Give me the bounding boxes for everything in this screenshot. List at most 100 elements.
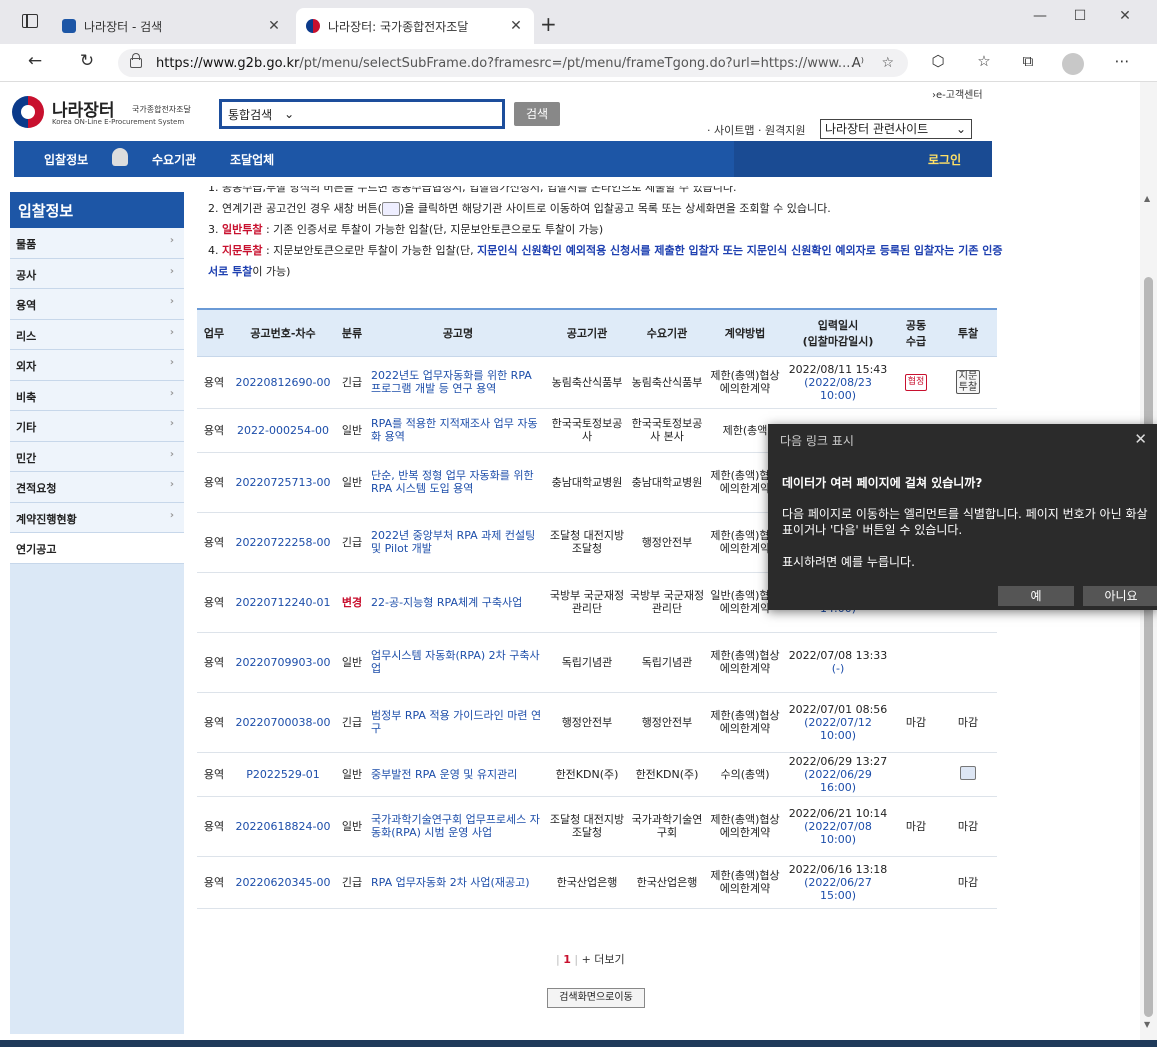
maximize-icon[interactable]: ☐ [1060, 8, 1100, 24]
new-tab-icon[interactable]: + [540, 12, 557, 36]
cell-org: 독립기념관 [547, 632, 627, 693]
read-aloud-icon[interactable]: A⁾ [852, 56, 864, 71]
tab-actions-icon[interactable] [22, 14, 38, 28]
cell-bid [939, 632, 997, 693]
cell-notice-no[interactable]: 20220618824-00 [231, 796, 335, 857]
chevron-right-icon: › [169, 509, 174, 521]
taskbar [0, 1040, 1157, 1047]
sidebar-item-service[interactable]: 용역 › [10, 289, 184, 320]
profile-avatar[interactable] [1062, 53, 1084, 75]
table-row[interactable]: 용역 20220709903-00 일반 업무시스템 자동화(RPA) 2차 구축사업… [197, 632, 997, 693]
add-favorite-icon[interactable]: ☆ [881, 55, 894, 71]
yes-button[interactable]: 예 [998, 586, 1074, 606]
sidebar-item-foreign[interactable]: 외자 › [10, 350, 184, 381]
table-row[interactable]: 용역 P2022529-01 일반 중부발전 RPA 운영 및 유지관리 한전KDN(주… [197, 752, 997, 797]
scroll-thumb[interactable] [1144, 277, 1153, 1017]
sitemap-links[interactable]: · 사이트맵 · 원격지원 [707, 122, 805, 138]
cell-biz: 용역 [197, 752, 231, 797]
more-menu-icon[interactable]: ⋯ [1110, 52, 1134, 70]
cell-notice-no[interactable]: 20220722258-00 [231, 512, 335, 573]
cell-notice-name[interactable]: 2022년 중앙부처 RPA 과제 컨설팅 및 Pilot 개발 [369, 512, 547, 573]
customer-center-link[interactable]: ›e-고객센터 [932, 86, 983, 101]
next-link-dialog: 다음 링크 표시 ✕ 데이터가 여러 페이지에 걸쳐 있습니까? 다음 페이지로… [768, 424, 1157, 610]
sidebar-item-etc[interactable]: 기타 › [10, 411, 184, 442]
sidebar-item-stockpile[interactable]: 비축 › [10, 380, 184, 411]
close-tab-icon[interactable]: ✕ [508, 18, 524, 34]
more-link[interactable]: + 더보기 [582, 953, 625, 966]
scroll-up-icon[interactable]: ▲ [1144, 194, 1150, 203]
sidebar-item-private[interactable]: 민간 › [10, 441, 184, 472]
sidebar-item-quote[interactable]: 견적요청 › [10, 472, 184, 503]
chevron-right-icon: › [169, 235, 174, 246]
url-host: https://www.g2b.go.kr [156, 55, 300, 71]
close-window-icon[interactable]: ✕ [1105, 8, 1145, 24]
gnb-supplier[interactable]: 조달업체 [230, 151, 274, 168]
related-sites-select[interactable]: 나라장터 관련사이트 ⌄ [820, 119, 972, 139]
extensions-icon[interactable]: ⬡ [926, 52, 950, 70]
cell-notice-no[interactable]: 20220725713-00 [231, 452, 335, 513]
cell-org: 조달청 대전지방조달청 [547, 796, 627, 857]
chevron-right-icon: › [169, 418, 174, 429]
tab-search[interactable]: 나라장터 - 검색 ✕ [52, 8, 292, 44]
cell-notice-name[interactable]: 22-공-지능형 RPA체계 구축사업 [369, 572, 547, 633]
cell-notice-name[interactable]: RPA 업무자동화 2차 사업(재공고) [369, 856, 547, 909]
address-bar[interactable]: https://www.g2b.go.kr/pt/menu/selectSubF… [118, 49, 908, 77]
cell-notice-no[interactable]: 2022-000254-00 [231, 408, 335, 453]
tab-g2b[interactable]: 나라장터: 국가종합전자조달 ✕ [296, 8, 534, 44]
table-row[interactable]: 용역 20220700038-00 긴급 범정부 RPA 적용 가이드라인 마련 연구… [197, 692, 997, 753]
notice-4: 4. 지문투찰 : 지문보안토큰으로만 투찰이 가능한 입찰(단, 지문인식 신… [208, 244, 1003, 278]
gnb-bid-info[interactable]: 입찰정보 [44, 151, 88, 168]
chevron-right-icon: › [169, 387, 174, 399]
refresh-icon[interactable]: ↻ [74, 51, 100, 71]
cell-notice-name[interactable]: 2022년도 업무자동화를 위한 RPA 프로그램 개발 등 연구 용역 [369, 356, 547, 409]
cell-notice-no[interactable]: 20220812690-00 [231, 356, 335, 409]
cell-contract-method: 제한(총액)협상에의한계약 [707, 796, 783, 857]
minimize-icon[interactable]: — [1020, 8, 1060, 24]
back-to-search-button[interactable]: 검색화면으로이동 [547, 988, 645, 1008]
table-row[interactable]: 용역 20220812690-00 긴급 2022년도 업무자동화를 위한 RPA 프… [197, 356, 997, 409]
login-link[interactable]: 로그인 [928, 151, 961, 168]
cell-notice-no[interactable]: 20220709903-00 [231, 632, 335, 693]
cell-notice-no[interactable]: P2022529-01 [231, 752, 335, 797]
close-tab-icon[interactable]: ✕ [266, 18, 282, 34]
cell-contract-method: 제한(총액)협상에의한계약 [707, 856, 783, 909]
sidebar-item-contract-status[interactable]: 계약진행현황 › [10, 502, 184, 533]
cell-biz: 용역 [197, 856, 231, 909]
gnb-demand-org[interactable]: 수요기관 [152, 151, 196, 168]
cell-joint [893, 632, 939, 693]
cell-joint [893, 856, 939, 909]
cell-notice-no[interactable]: 20220620345-00 [231, 856, 335, 909]
fingerprint-bid-button[interactable]: 지문 투찰 [955, 370, 981, 394]
cell-datetime: 2022/06/29 13:27 (2022/06/29 16:00) [783, 752, 893, 797]
joint-agreement-button[interactable]: 협정 [904, 373, 928, 391]
favorites-icon[interactable]: ☆ [972, 52, 996, 70]
cell-notice-no[interactable]: 20220712240-01 [231, 572, 335, 633]
search-scope-select[interactable]: 통합검색 ⌄ [219, 99, 505, 129]
browser-window: 나라장터 - 검색 ✕ 나라장터: 국가종합전자조달 ✕ + — ☐ ✕ ← ↻… [0, 0, 1157, 1047]
cell-notice-name[interactable]: RPA를 적용한 지적재조사 업무 자동화 용역 [369, 408, 547, 453]
sidebar: 물품 › 공사 › 용역 › 리스 › 외자 › 비축 › 기타 › 민간 › 견적요청 › 계약… [10, 228, 184, 1034]
sidebar-item-lease[interactable]: 리스 › [10, 319, 184, 350]
sidebar-item-goods[interactable]: 물품 › [10, 228, 184, 259]
cell-notice-no[interactable]: 20220700038-00 [231, 692, 335, 753]
cell-biz: 용역 [197, 692, 231, 753]
cell-notice-name[interactable]: 중부발전 RPA 운영 및 유지관리 [369, 752, 547, 797]
table-row[interactable]: 용역 20220620345-00 긴급 RPA 업무자동화 2차 사업(재공고) 한국… [197, 856, 997, 909]
cell-demand-org: 농림축산식품부 [627, 356, 707, 409]
cell-notice-name[interactable]: 범정부 RPA 적용 가이드라인 마련 연구 [369, 692, 547, 753]
cell-notice-name[interactable]: 단순, 반복 정형 업무 자동화를 위한 RPA 시스템 도입 용역 [369, 452, 547, 513]
cell-notice-name[interactable]: 국가과학기술연구회 업무프로세스 자동화(RPA) 시범 운영 사업 [369, 796, 547, 857]
sidebar-item-construction[interactable]: 공사 › [10, 258, 184, 289]
search-button[interactable]: 검색 [514, 102, 560, 126]
scroll-down-icon[interactable]: ▼ [1144, 1020, 1150, 1029]
no-button[interactable]: 아니요 [1083, 586, 1157, 606]
back-arrow-icon[interactable]: ← [22, 51, 48, 71]
cell-notice-name[interactable]: 업무시스템 자동화(RPA) 2차 구축사업 [369, 632, 547, 693]
table-row[interactable]: 용역 20220618824-00 일반 국가과학기술연구회 업무프로세스 자동화(R… [197, 796, 997, 857]
new-window-icon[interactable] [960, 765, 976, 780]
sidebar-item-postponed[interactable]: 연기공고 [10, 533, 184, 564]
page-current[interactable]: 1 [563, 953, 571, 966]
close-icon[interactable]: ✕ [1134, 430, 1147, 448]
col-header: 공동 수급 [893, 310, 939, 357]
collections-icon[interactable]: ⧉ [1016, 52, 1040, 70]
